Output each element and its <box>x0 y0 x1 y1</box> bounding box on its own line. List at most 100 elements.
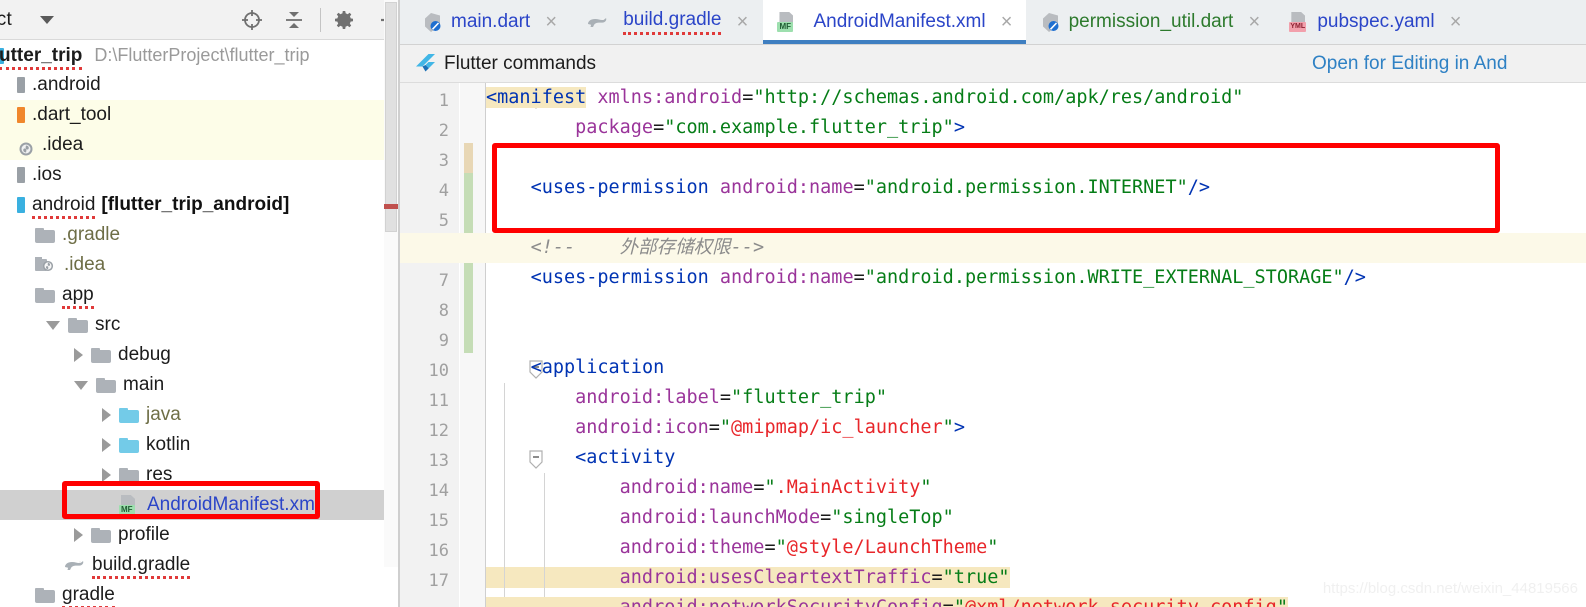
tree-row[interactable]: src <box>0 310 400 340</box>
chevron-right-icon[interactable] <box>74 348 83 362</box>
folder-icon <box>35 227 55 243</box>
tree-item-label: .idea <box>64 254 106 275</box>
tree-row[interactable]: debug <box>0 340 400 370</box>
code-line[interactable]: package="com.example.flutter_trip"> <box>486 113 965 143</box>
line-number: 15 <box>428 511 449 531</box>
close-icon[interactable]: × <box>733 12 751 32</box>
code-line[interactable]: <uses-permission android:name="android.p… <box>486 173 1210 203</box>
editor-gutter[interactable]: 1234567891011121314151617 <box>400 83 460 607</box>
editor-tab[interactable]: main.dart × <box>408 0 570 44</box>
tree-row-root[interactable]: utter_trip D:\FlutterProject\flutter_trip <box>0 40 400 70</box>
tree-rows: .android .dart_tool .idea .ios android [flutt… <box>0 70 400 607</box>
chevron-down-icon[interactable] <box>40 16 54 24</box>
change-marker-bar[interactable] <box>464 83 473 607</box>
line-number: 12 <box>428 421 449 441</box>
chevron-down-icon[interactable] <box>46 320 60 330</box>
editor-tab[interactable]: YML pubspec.yaml × <box>1275 0 1474 44</box>
code-line[interactable]: <manifest xmlns:android="http://schemas.… <box>486 83 1243 113</box>
tree-row[interactable]: .ios <box>0 160 400 190</box>
code-line[interactable]: android:name=".MainActivity" <box>486 473 932 503</box>
tree-row[interactable]: .idea <box>0 250 400 280</box>
editor-tab[interactable]: build.gradle × <box>572 0 761 44</box>
change-marker[interactable] <box>464 323 473 353</box>
tree-row[interactable]: .idea <box>0 130 400 160</box>
flutter-commands-bar: Flutter commands Open for Editing in And <box>400 45 1586 83</box>
change-marker[interactable] <box>464 173 473 203</box>
chevron-right-icon[interactable] <box>74 528 83 542</box>
gear-icon[interactable] <box>332 8 356 32</box>
chevron-right-icon[interactable] <box>102 468 111 482</box>
project-tree-scrollbar[interactable] <box>384 0 398 567</box>
code-line-partial[interactable]: android:networkSecurityConfig="@xml/netw… <box>486 593 1288 607</box>
tree-row[interactable]: android [flutter_trip_android] <box>0 190 400 220</box>
chevron-right-icon[interactable] <box>102 438 111 452</box>
code-line[interactable]: <!-- 外部存储权限--> <box>486 233 765 263</box>
tree-row[interactable]: res <box>0 460 400 490</box>
tree-row[interactable]: .gradle <box>0 220 400 250</box>
tree-item-label: profile <box>118 524 170 545</box>
tree-row[interactable]: .android <box>0 70 400 100</box>
close-icon[interactable]: × <box>998 12 1016 32</box>
locate-icon[interactable] <box>240 8 264 32</box>
tree-row[interactable]: kotlin <box>0 430 400 460</box>
yaml-icon: YML <box>1289 12 1309 32</box>
tree-row[interactable]: main <box>0 370 400 400</box>
code-token: package <box>575 117 654 138</box>
close-icon[interactable]: × <box>542 12 560 32</box>
tree-row[interactable]: java <box>0 400 400 430</box>
line-number: 11 <box>428 391 449 411</box>
code-token: = <box>820 507 832 528</box>
code-token: android:launchMode <box>619 507 821 528</box>
chevron-down-icon[interactable] <box>74 380 88 390</box>
code-line[interactable]: <application <box>486 353 665 383</box>
code-line[interactable]: android:usesCleartextTraffic="true" <box>486 563 1010 593</box>
manifest-xml-icon: MF <box>119 495 139 515</box>
code-line[interactable]: android:launchMode="singleTop" <box>486 503 954 533</box>
tree-row[interactable]: profile <box>0 520 400 550</box>
module-bar-icon <box>17 77 25 93</box>
code-line[interactable]: android:theme="@style/LaunchTheme" <box>486 533 999 563</box>
collapse-all-icon[interactable] <box>282 8 306 32</box>
code-token: " <box>920 477 932 498</box>
folder-icon <box>35 587 55 603</box>
change-marker[interactable] <box>464 203 473 233</box>
change-marker[interactable] <box>464 143 473 173</box>
line-number: 17 <box>428 571 449 591</box>
editor-tab[interactable]: MF AndroidManifest.xml × <box>763 0 1026 44</box>
close-icon[interactable]: × <box>1447 12 1465 32</box>
close-icon[interactable]: × <box>1245 12 1263 32</box>
tree-item-label: .idea <box>42 134 84 155</box>
tree-row[interactable]: gradle <box>0 580 400 607</box>
project-panel-title: ect <box>0 9 12 30</box>
code-token: "singleTop" <box>831 507 954 528</box>
folder-idea-icon <box>35 257 57 273</box>
code-token: /> <box>1343 267 1366 288</box>
code-content[interactable]: <manifest xmlns:android="http://schemas.… <box>400 83 1586 607</box>
change-marker[interactable] <box>464 263 473 293</box>
tree-row[interactable]: .dart_tool <box>0 100 400 130</box>
chevron-right-icon[interactable] <box>102 408 111 422</box>
editor-tab[interactable]: permission_util.dart × <box>1026 0 1274 44</box>
change-marker[interactable] <box>464 293 473 323</box>
tree-row[interactable]: build.gradle <box>0 550 400 580</box>
error-stripe-marker[interactable] <box>384 204 398 209</box>
open-for-editing-link[interactable]: Open for Editing in And <box>1312 53 1507 75</box>
code-editor[interactable]: 1234567891011121314151617 <manifest xmln… <box>400 83 1586 607</box>
project-tree[interactable]: utter_trip D:\FlutterProject\flutter_trip… <box>0 40 400 607</box>
code-line[interactable]: android:label="flutter_trip" <box>486 383 887 413</box>
tree-row[interactable]: app <box>0 280 400 310</box>
project-toolbar: ect <box>0 0 400 40</box>
code-line[interactable]: <uses-permission android:name="android.p… <box>486 263 1366 293</box>
tree-item-module-name: [flutter_trip_android] <box>101 194 290 216</box>
scrollbar-thumb[interactable] <box>385 2 397 232</box>
code-line[interactable]: <activity <box>486 443 675 473</box>
code-line[interactable]: android:icon="@mipmap/ic_launcher"> <box>486 413 965 443</box>
tree-row[interactable]: MF AndroidManifest.xml <box>0 490 400 520</box>
code-token: android:networkSecurityConfig <box>619 597 943 607</box>
